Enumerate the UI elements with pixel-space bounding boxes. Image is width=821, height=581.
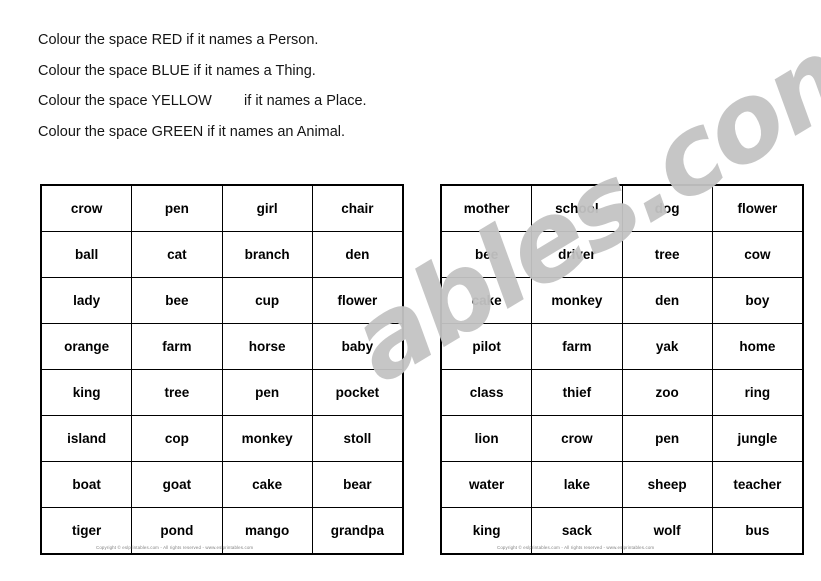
- word-cell[interactable]: monkey: [221, 415, 313, 462]
- table-row: ball cat branch den: [40, 231, 404, 278]
- table-row: island cop monkey stoll: [40, 415, 404, 462]
- word-cell[interactable]: pen: [621, 415, 713, 462]
- word-cell[interactable]: island: [40, 415, 133, 462]
- word-cell[interactable]: branch: [221, 231, 313, 278]
- word-cell[interactable]: baby: [311, 323, 404, 370]
- word-cell[interactable]: cake: [221, 461, 313, 508]
- word-cell[interactable]: teacher: [711, 461, 804, 508]
- word-cell[interactable]: den: [311, 231, 404, 278]
- word-cell[interactable]: chair: [311, 184, 404, 232]
- word-cell[interactable]: lion: [440, 415, 533, 462]
- instruction-line-red: Colour the space RED if it names a Perso…: [38, 32, 319, 48]
- word-cell[interactable]: boat: [40, 461, 133, 508]
- word-cell[interactable]: sheep: [621, 461, 713, 508]
- word-cell[interactable]: tree: [131, 369, 223, 416]
- footer-copyright-right: Copyright © eslprintables.com - All righ…: [497, 545, 655, 550]
- word-cell[interactable]: school: [531, 184, 623, 232]
- table-row: cake monkey den boy: [440, 277, 804, 324]
- instruction-line-yellow: Colour the space YELLOW if it names a Pl…: [38, 93, 367, 109]
- word-cell[interactable]: stoll: [311, 415, 404, 462]
- left-word-table-body: crow pen girl chair ball cat branch den lady bee c…: [40, 184, 404, 555]
- word-cell[interactable]: boy: [711, 277, 804, 324]
- table-row: bee driver tree cow: [440, 231, 804, 278]
- table-row: boat goat cake bear: [40, 461, 404, 508]
- word-cell[interactable]: bus: [711, 507, 804, 555]
- word-cell[interactable]: girl: [221, 184, 313, 232]
- right-word-table-body: mother school dog flower bee driver tree cow cak…: [440, 184, 804, 555]
- table-row: lady bee cup flower: [40, 277, 404, 324]
- table-row: orange farm horse baby: [40, 323, 404, 370]
- right-word-table: mother school dog flower bee driver tree cow cak…: [440, 184, 804, 555]
- word-cell[interactable]: pen: [221, 369, 313, 416]
- footer-copyright-left: Copyright © eslprintables.com - All righ…: [96, 545, 254, 550]
- word-cell[interactable]: bear: [311, 461, 404, 508]
- word-cell[interactable]: ring: [711, 369, 804, 416]
- word-cell[interactable]: cow: [711, 231, 804, 278]
- word-cell[interactable]: thief: [531, 369, 623, 416]
- word-cell[interactable]: monkey: [531, 277, 623, 324]
- table-row: king tree pen pocket: [40, 369, 404, 416]
- table-row: pilot farm yak home: [440, 323, 804, 370]
- instruction-line-green: Colour the space GREEN if it names an An…: [38, 123, 346, 140]
- word-cell[interactable]: flower: [311, 277, 404, 324]
- word-cell[interactable]: ball: [40, 231, 133, 278]
- word-cell[interactable]: bee: [440, 231, 533, 278]
- table-row: lion crow pen jungle: [440, 415, 804, 462]
- word-cell[interactable]: crow: [531, 415, 623, 462]
- word-cell[interactable]: cop: [131, 415, 223, 462]
- word-cell[interactable]: cat: [131, 231, 223, 278]
- word-cell[interactable]: farm: [531, 323, 623, 370]
- word-cell[interactable]: pilot: [440, 323, 533, 370]
- word-cell[interactable]: lady: [40, 277, 133, 324]
- word-cell[interactable]: horse: [221, 323, 313, 370]
- word-cell[interactable]: water: [440, 461, 533, 508]
- word-cell[interactable]: farm: [131, 323, 223, 370]
- word-cell[interactable]: zoo: [621, 369, 713, 416]
- table-row: crow pen girl chair: [40, 184, 404, 232]
- word-cell[interactable]: goat: [131, 461, 223, 508]
- word-cell[interactable]: orange: [40, 323, 133, 370]
- word-cell[interactable]: driver: [531, 231, 623, 278]
- word-cell[interactable]: grandpa: [311, 507, 404, 555]
- instruction-line-blue: Colour the space BLUE if it names a Thin…: [38, 62, 316, 79]
- word-cell[interactable]: king: [40, 369, 133, 416]
- word-cell[interactable]: bee: [131, 277, 223, 324]
- word-cell[interactable]: flower: [711, 184, 804, 232]
- word-cell[interactable]: tree: [621, 231, 713, 278]
- word-cell[interactable]: class: [440, 369, 533, 416]
- word-cell[interactable]: den: [621, 277, 713, 324]
- word-cell[interactable]: home: [711, 323, 804, 370]
- table-row: mother school dog flower: [440, 184, 804, 232]
- word-cell[interactable]: yak: [621, 323, 713, 370]
- word-cell[interactable]: pen: [131, 184, 223, 232]
- right-word-table-container: mother school dog flower bee driver tree cow cak…: [440, 184, 804, 555]
- worksheet-page: Colour the space RED if it names a Perso…: [0, 0, 821, 581]
- word-cell[interactable]: dog: [621, 184, 713, 232]
- left-word-table: crow pen girl chair ball cat branch den lady bee c…: [40, 184, 404, 555]
- word-cell[interactable]: cake: [440, 277, 533, 324]
- word-cell[interactable]: jungle: [711, 415, 804, 462]
- word-cell[interactable]: crow: [40, 184, 133, 232]
- word-cell[interactable]: cup: [221, 277, 313, 324]
- word-cell[interactable]: pocket: [311, 369, 404, 416]
- table-row: water lake sheep teacher: [440, 461, 804, 508]
- word-cell[interactable]: mother: [440, 184, 533, 232]
- instructions-block: Colour the space RED if it names a Perso…: [38, 33, 558, 155]
- word-cell[interactable]: lake: [531, 461, 623, 508]
- left-word-table-container: crow pen girl chair ball cat branch den lady bee c…: [40, 184, 404, 555]
- table-row: class thief zoo ring: [440, 369, 804, 416]
